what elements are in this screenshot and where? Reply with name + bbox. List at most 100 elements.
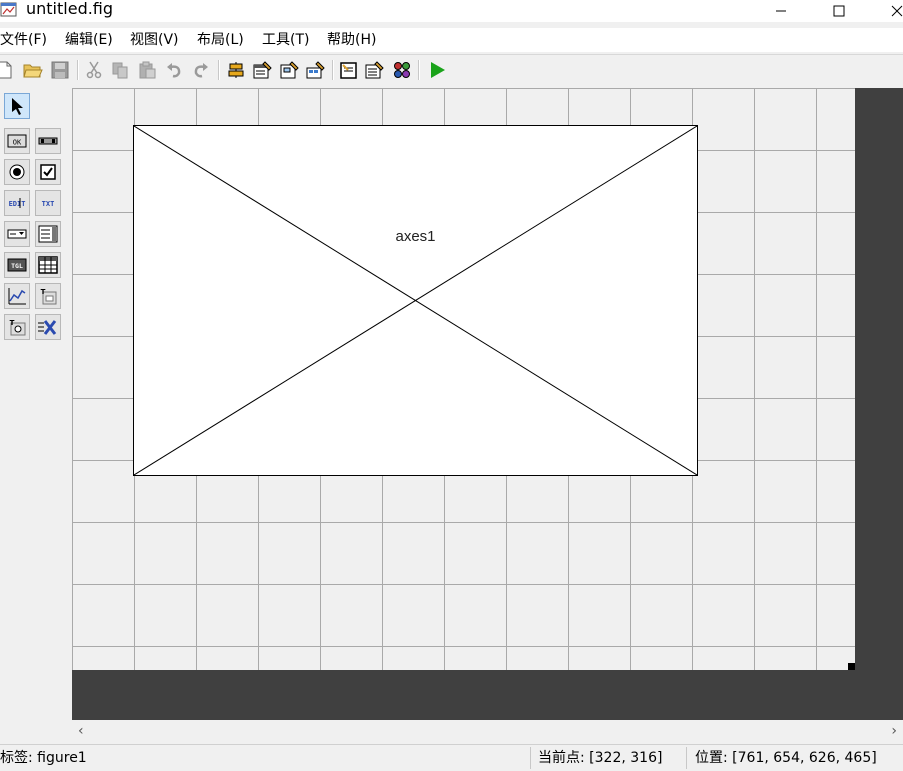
axes-tool[interactable]: [4, 283, 30, 309]
figure-resize-handle[interactable]: [848, 663, 855, 670]
menu-view[interactable]: 视图(V): [130, 31, 179, 49]
toolbar-separator: [418, 60, 420, 80]
menu-help[interactable]: 帮助(H): [327, 31, 376, 49]
minimize-button[interactable]: [758, 0, 804, 22]
radio-button-icon: [9, 164, 25, 180]
object-browser-button[interactable]: [391, 59, 413, 81]
edit-text-tool[interactable]: EDIT: [4, 190, 30, 216]
panel-tool[interactable]: T: [35, 283, 61, 309]
position-value: [761, 654, 626, 465]: [732, 750, 877, 766]
axes-icon: [8, 288, 26, 305]
close-button[interactable]: [874, 0, 903, 22]
toolbar-editor-icon: [306, 61, 325, 79]
slider-icon: [38, 137, 58, 145]
axes-component[interactable]: axes1: [133, 125, 698, 476]
run-figure-icon: [431, 62, 445, 78]
select-tool-icon: [12, 98, 23, 115]
static-text-icon: TXT: [42, 200, 55, 208]
slider-tool[interactable]: [35, 128, 61, 154]
redo-button[interactable]: [190, 59, 212, 81]
tab-order-editor-button[interactable]: [279, 59, 301, 81]
open-file-button[interactable]: [22, 59, 44, 81]
listbox-icon: [38, 225, 58, 243]
menu-tools[interactable]: 工具(T): [262, 31, 309, 49]
menu-editor-button[interactable]: [252, 59, 274, 81]
status-current-point: 当前点: [322, 316]: [538, 749, 662, 767]
maximize-icon: [833, 5, 845, 17]
svg-text:T: T: [10, 319, 15, 327]
radio-button-tool[interactable]: [4, 159, 30, 185]
push-button-tool[interactable]: OK: [4, 128, 30, 154]
layout-area: axes1: [72, 88, 903, 720]
current-point-value: [322, 316]: [589, 750, 663, 766]
object-browser-icon: [394, 62, 410, 78]
toolbar: [0, 55, 903, 85]
new-figure-button[interactable]: [0, 59, 16, 81]
align-objects-icon: [228, 62, 244, 78]
panel-icon: T: [41, 288, 57, 305]
figure-canvas[interactable]: axes1: [72, 88, 855, 670]
menu-editor-icon: [253, 61, 272, 79]
push-button-icon: OK: [7, 134, 27, 148]
activex-control-icon: [38, 320, 57, 335]
menu-bar: 文件(F) 编辑(E) 视图(V) 布局(L) 工具(T) 帮助(H): [0, 28, 903, 52]
editor-button[interactable]: [338, 59, 360, 81]
copy-button[interactable]: [109, 59, 131, 81]
toolbar-separator: [77, 60, 79, 80]
editor-icon: [340, 62, 357, 79]
menu-file[interactable]: 文件(F): [0, 31, 47, 49]
title-bar: untitled.fig: [0, 0, 903, 22]
align-objects-button[interactable]: [225, 59, 247, 81]
static-text-tool[interactable]: TXT: [35, 190, 61, 216]
svg-text:OK: OK: [13, 139, 22, 147]
open-file-icon: [23, 64, 43, 78]
menu-layout[interactable]: 布局(L): [197, 31, 244, 49]
check-box-icon: [40, 164, 56, 180]
save-button[interactable]: [49, 59, 71, 81]
toolbar-separator: [218, 60, 220, 80]
listbox-tool[interactable]: [35, 221, 61, 247]
check-box-tool[interactable]: [35, 159, 61, 185]
close-icon: [891, 5, 903, 17]
scroll-right-icon[interactable]: ›: [891, 723, 897, 739]
save-icon: [51, 61, 69, 79]
horizontal-scrollbar[interactable]: ‹ ›: [72, 720, 903, 742]
activex-control-tool[interactable]: [35, 314, 61, 340]
cut-button[interactable]: [83, 59, 105, 81]
minimize-icon: [776, 10, 786, 12]
property-inspector-icon: [365, 61, 384, 79]
svg-text:TXT: TXT: [42, 200, 55, 208]
table-icon: [38, 256, 58, 274]
axes-placeholder-cross: [134, 126, 697, 475]
run-figure-button[interactable]: [426, 59, 448, 81]
status-tag: 标签: figure1: [0, 749, 87, 767]
status-tag-value: figure1: [37, 750, 87, 766]
toolbar-editor-button[interactable]: [305, 59, 327, 81]
status-divider: [686, 747, 687, 769]
current-point-label: 当前点:: [538, 750, 585, 766]
paste-button[interactable]: [136, 59, 158, 81]
menu-edit[interactable]: 编辑(E): [65, 31, 113, 49]
toolbar-separator: [332, 60, 334, 80]
window-title: untitled.fig: [26, 0, 114, 18]
undo-icon: [167, 63, 181, 78]
status-position: 位置: [761, 654, 626, 465]: [695, 749, 877, 767]
popup-menu-tool[interactable]: [4, 221, 30, 247]
redo-icon: [194, 63, 208, 78]
status-tag-label: 标签:: [0, 750, 33, 766]
table-tool[interactable]: [35, 252, 61, 278]
scroll-left-icon[interactable]: ‹: [78, 723, 84, 739]
undo-button[interactable]: [163, 59, 185, 81]
select-tool[interactable]: [4, 93, 30, 119]
maximize-button[interactable]: [816, 0, 862, 22]
component-palette: OK EDIT TXT TGL T T: [0, 88, 70, 718]
button-group-tool[interactable]: T: [4, 314, 30, 340]
svg-text:T: T: [41, 288, 46, 296]
button-group-icon: T: [10, 319, 26, 336]
toggle-button-tool[interactable]: TGL: [4, 252, 30, 278]
tab-order-editor-icon: [280, 61, 299, 79]
paste-icon: [139, 61, 156, 79]
status-divider: [530, 747, 531, 769]
property-inspector-button[interactable]: [364, 59, 386, 81]
copy-icon: [112, 62, 128, 79]
